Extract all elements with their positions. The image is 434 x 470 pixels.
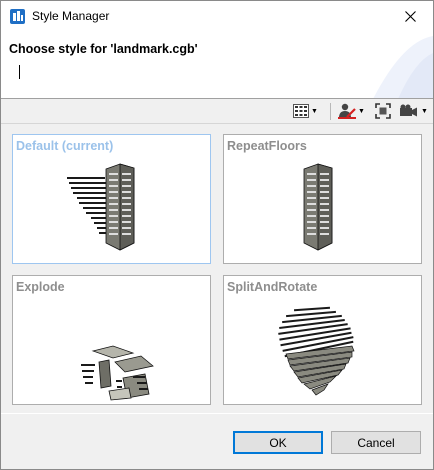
header-decoration [373, 36, 433, 98]
style-thumbnail [303, 163, 333, 251]
chevron-down-icon: ▼ [421, 107, 428, 115]
text-caret[interactable] [19, 65, 20, 79]
style-tile-repeatfloors[interactable]: RepeatFloors [223, 134, 422, 264]
window-title: Style Manager [32, 9, 110, 23]
chevron-down-icon: ▼ [358, 107, 365, 115]
dialog-header: Choose style for 'landmark.cgb' [1, 31, 433, 99]
footer-divider [1, 413, 433, 414]
cancel-button[interactable]: Cancel [331, 431, 421, 454]
camera-button[interactable]: ▼ [399, 102, 428, 120]
style-thumbnail [278, 306, 355, 396]
style-tile-label: SplitAndRotate [227, 280, 318, 294]
style-thumbnail [67, 163, 135, 251]
user-style-icon [338, 103, 356, 119]
camera-icon [400, 104, 417, 117]
dialog-heading: Choose style for 'landmark.cgb' [9, 42, 198, 56]
title-bar: Style Manager [1, 1, 433, 31]
ok-button[interactable]: OK [233, 431, 323, 454]
close-icon [404, 10, 416, 22]
style-tile-default[interactable]: Default (current) [12, 134, 211, 264]
style-tile-splitandrotate[interactable]: SplitAndRotate [223, 275, 422, 405]
style-tile-explode[interactable]: Explode [12, 275, 211, 405]
grid-view-icon [293, 104, 309, 118]
style-tile-label: Default (current) [16, 139, 114, 153]
grid-view-button[interactable]: ▼ [293, 102, 318, 120]
style-manager-dialog: Style Manager Choose style for 'landmark… [0, 0, 434, 470]
app-icon [10, 9, 25, 24]
style-tile-label: Explode [16, 280, 65, 294]
fit-view-icon [375, 103, 391, 119]
style-tile-label: RepeatFloors [227, 139, 307, 153]
toolbar-separator [330, 103, 331, 120]
user-style-button[interactable]: ▼ [338, 102, 365, 120]
fit-view-button[interactable] [375, 102, 391, 120]
close-button[interactable] [387, 1, 433, 31]
chevron-down-icon: ▼ [311, 107, 318, 115]
style-thumbnail [81, 345, 154, 401]
style-gallery: Default (current) RepeatFloors Explode S… [2, 125, 433, 413]
toolbar: ▼ ▼ ▼ [1, 99, 433, 124]
